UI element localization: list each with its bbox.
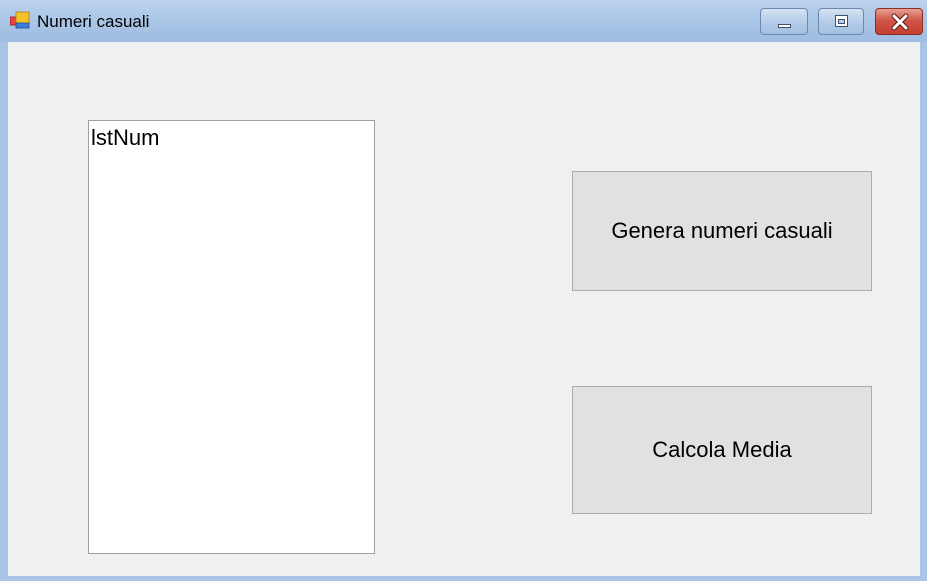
minimize-button[interactable] (760, 8, 808, 35)
calculate-average-label: Calcola Media (652, 437, 792, 462)
title-bar[interactable]: Numeri casuali (0, 0, 927, 42)
numbers-listbox[interactable]: lstNum (88, 120, 375, 554)
minimize-icon (778, 24, 791, 28)
generate-numbers-button[interactable]: Genera numeri casuali (572, 171, 872, 291)
close-button[interactable] (875, 8, 923, 35)
list-item[interactable]: lstNum (91, 125, 159, 151)
calculate-average-button[interactable]: Calcola Media (572, 386, 872, 514)
app-window: Numeri casuali lstNum Genera numeri casu… (0, 0, 927, 581)
close-icon (891, 13, 909, 31)
form-client-area: lstNum Genera numeri casuali Calcola Med… (8, 42, 920, 576)
maximize-button[interactable] (818, 8, 864, 35)
maximize-icon (835, 15, 848, 27)
window-title: Numeri casuali (37, 12, 150, 31)
generate-numbers-label: Genera numeri casuali (611, 218, 833, 243)
maximize-icon-inner (838, 19, 845, 24)
winforms-app-icon (10, 11, 30, 29)
